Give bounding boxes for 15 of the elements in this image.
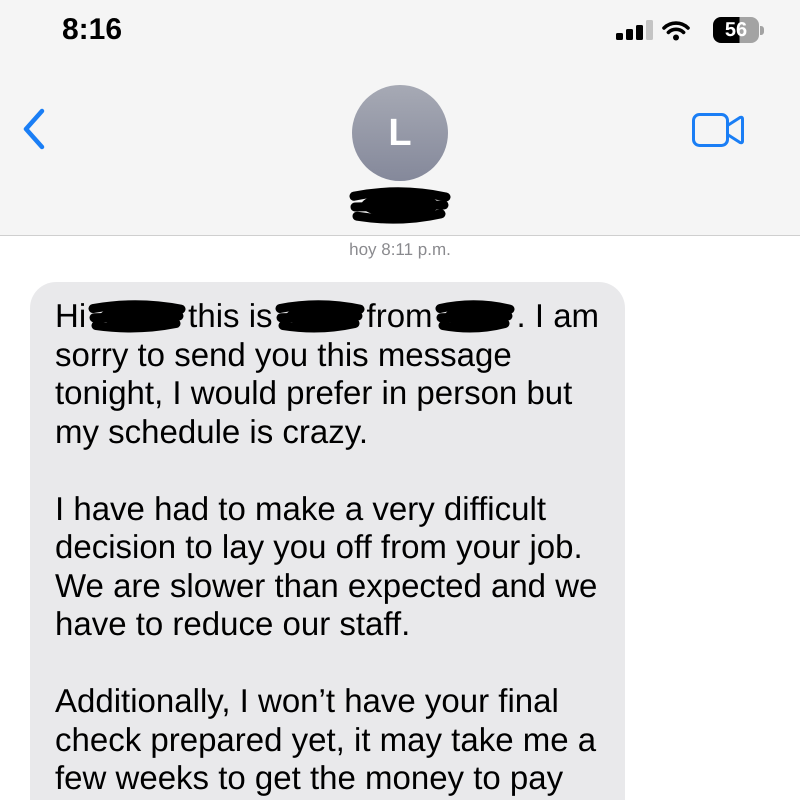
status-time: 8:16 — [62, 15, 122, 45]
wifi-icon — [661, 20, 691, 40]
video-call-button[interactable] — [690, 111, 746, 149]
message-text: from — [366, 297, 433, 336]
message-text: sorry to send you this message tonight, I would prefer in person but my schedule is crazy. — [55, 336, 574, 451]
message-text: Additionally, I won’t have your final check prepared yet, it may take me a few weeks to get the money to pay — [55, 682, 598, 798]
contact-avatar[interactable]: L — [352, 85, 448, 181]
message-text: Hi — [55, 297, 86, 336]
message-text: . I am — [516, 297, 600, 336]
message-timestamp: hoy 8:11 p.m. — [349, 240, 451, 260]
message-text: I have had to make a very difficult decision to lay you off from your job. We are slower than expected and we have to reduce our staff. — [55, 490, 598, 644]
video-camera-icon — [692, 113, 744, 147]
chevron-left-icon — [22, 108, 46, 150]
message-text: this is — [188, 297, 273, 336]
signal-bars-icon — [616, 20, 653, 40]
